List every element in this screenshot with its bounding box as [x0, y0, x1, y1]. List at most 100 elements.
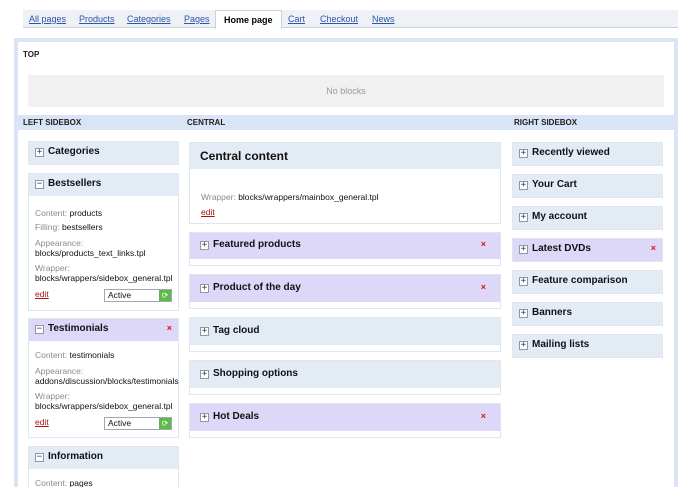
- block-central-content: Central content Wrapper: blocks/wrappers…: [189, 142, 501, 224]
- block-title: Categories: [48, 146, 100, 157]
- tab-cart[interactable]: Cart: [288, 14, 305, 24]
- block-header[interactable]: − Information: [29, 447, 178, 469]
- page-tabs: All pages Products Categories Pages Home…: [23, 10, 678, 29]
- expand-icon[interactable]: +: [200, 370, 209, 379]
- top-section-label: TOP: [23, 50, 40, 59]
- block-header[interactable]: + Mailing lists: [513, 335, 662, 357]
- block-title: My account: [532, 211, 588, 222]
- status-select[interactable]: Active ⟳: [104, 417, 172, 430]
- wrapper-value: blocks/wrappers/sidebox_general.tpl: [35, 401, 173, 411]
- edit-link[interactable]: edit: [201, 207, 215, 217]
- block-title: Latest DVDs: [532, 243, 591, 254]
- collapse-icon[interactable]: −: [35, 453, 44, 462]
- block-banners: + Banners: [512, 302, 663, 326]
- wrapper-row: Wrapper: blocks/wrappers/mainbox_general…: [201, 192, 379, 202]
- delete-icon[interactable]: ×: [167, 323, 172, 333]
- tab-categories[interactable]: Categories: [127, 14, 171, 24]
- delete-icon[interactable]: ×: [481, 411, 486, 421]
- expand-icon[interactable]: +: [200, 241, 209, 250]
- tab-home-page[interactable]: Home page: [215, 10, 282, 29]
- expand-icon[interactable]: +: [519, 277, 528, 286]
- appearance-label: Appearance:: [35, 366, 84, 376]
- columns-header: LEFT SIDEBOX CENTRAL RIGHT SIDEBOX: [14, 115, 678, 130]
- collapse-icon[interactable]: −: [35, 180, 44, 189]
- block-categories: + Categories: [28, 141, 179, 165]
- expand-icon[interactable]: +: [519, 245, 528, 254]
- status-value: Active: [108, 290, 132, 300]
- block-header[interactable]: + Featured products ×: [190, 233, 500, 259]
- expand-icon[interactable]: +: [200, 327, 209, 336]
- block-header: Central content: [190, 143, 500, 169]
- expand-icon[interactable]: +: [519, 181, 528, 190]
- tab-all-pages[interactable]: All pages: [29, 14, 66, 24]
- block-title: Bestsellers: [48, 178, 102, 189]
- delete-icon[interactable]: ×: [651, 243, 656, 253]
- block-header[interactable]: + Banners: [513, 303, 662, 325]
- block-title: Testimonials: [48, 323, 109, 334]
- central-label: CENTRAL: [187, 118, 226, 127]
- content-row: Content: products: [35, 208, 103, 218]
- block-header[interactable]: + Latest DVDs ×: [513, 239, 662, 261]
- collapse-icon[interactable]: −: [35, 325, 44, 334]
- expand-icon[interactable]: +: [35, 148, 44, 157]
- expand-icon[interactable]: +: [519, 341, 528, 350]
- block-title: Product of the day: [213, 282, 301, 293]
- expand-icon[interactable]: +: [519, 149, 528, 158]
- edit-link[interactable]: edit: [35, 417, 49, 427]
- wrapper-label: Wrapper:: [35, 263, 70, 273]
- right-sidebox-label: RIGHT SIDEBOX: [514, 118, 578, 127]
- refresh-icon[interactable]: ⟳: [159, 418, 171, 429]
- block-hot-deals: + Hot Deals ×: [189, 403, 501, 438]
- block-feature-comparison: + Feature comparison: [512, 270, 663, 294]
- expand-icon[interactable]: +: [200, 284, 209, 293]
- tab-products[interactable]: Products: [79, 14, 115, 24]
- block-bestsellers: − Bestsellers Content: products Filling:…: [28, 173, 179, 311]
- block-title: Shopping options: [213, 368, 298, 379]
- block-header[interactable]: + Product of the day ×: [190, 275, 500, 302]
- content-row: Content: pages: [35, 478, 93, 487]
- block-header[interactable]: + Your Cart: [513, 175, 662, 197]
- refresh-icon[interactable]: ⟳: [159, 290, 171, 301]
- edit-link[interactable]: edit: [35, 289, 49, 299]
- content-row: Content: testimonials: [35, 350, 115, 360]
- block-latest-dvds: + Latest DVDs ×: [512, 238, 663, 262]
- appearance-label: Appearance:: [35, 238, 84, 248]
- expand-icon[interactable]: +: [519, 213, 528, 222]
- tab-checkout[interactable]: Checkout: [320, 14, 358, 24]
- appearance-value: addons/discussion/blocks/testimonials: [35, 376, 179, 386]
- block-header[interactable]: + Feature comparison: [513, 271, 662, 293]
- block-title: Featured products: [213, 239, 301, 250]
- status-select[interactable]: Active ⟳: [104, 289, 172, 302]
- block-title: Tag cloud: [213, 325, 260, 336]
- block-header[interactable]: + Recently viewed: [513, 143, 662, 165]
- block-title: Recently viewed: [532, 147, 610, 158]
- expand-icon[interactable]: +: [200, 413, 209, 422]
- block-header[interactable]: + Hot Deals ×: [190, 404, 500, 431]
- tab-news[interactable]: News: [372, 14, 395, 24]
- block-header[interactable]: + Tag cloud: [190, 318, 500, 345]
- block-header[interactable]: + Categories: [29, 142, 178, 164]
- block-title: Information: [48, 451, 103, 462]
- block-header[interactable]: + My account: [513, 207, 662, 229]
- filling-row: Filling: bestsellers: [35, 222, 103, 232]
- status-value: Active: [108, 418, 132, 428]
- delete-icon[interactable]: ×: [481, 239, 486, 249]
- block-header[interactable]: − Bestsellers: [29, 174, 178, 196]
- block-your-cart: + Your Cart: [512, 174, 663, 198]
- appearance-value: blocks/products_text_links.tpl: [35, 248, 146, 258]
- block-featured-products: + Featured products ×: [189, 232, 501, 266]
- expand-icon[interactable]: +: [519, 309, 528, 318]
- block-header[interactable]: − Testimonials ×: [29, 319, 178, 341]
- wrapper-label: Wrapper:: [35, 391, 70, 401]
- block-recently-viewed: + Recently viewed: [512, 142, 663, 166]
- wrapper-value: blocks/wrappers/sidebox_general.tpl: [35, 273, 173, 283]
- block-title: Feature comparison: [532, 275, 628, 286]
- block-testimonials: − Testimonials × Content: testimonials A…: [28, 318, 179, 438]
- tab-pages[interactable]: Pages: [184, 14, 210, 24]
- block-title: Banners: [532, 307, 573, 318]
- block-title: Hot Deals: [213, 411, 260, 422]
- delete-icon[interactable]: ×: [481, 282, 486, 292]
- no-blocks-placeholder: No blocks: [28, 75, 664, 107]
- block-title: Your Cart: [532, 179, 577, 190]
- block-header[interactable]: + Shopping options: [190, 361, 500, 388]
